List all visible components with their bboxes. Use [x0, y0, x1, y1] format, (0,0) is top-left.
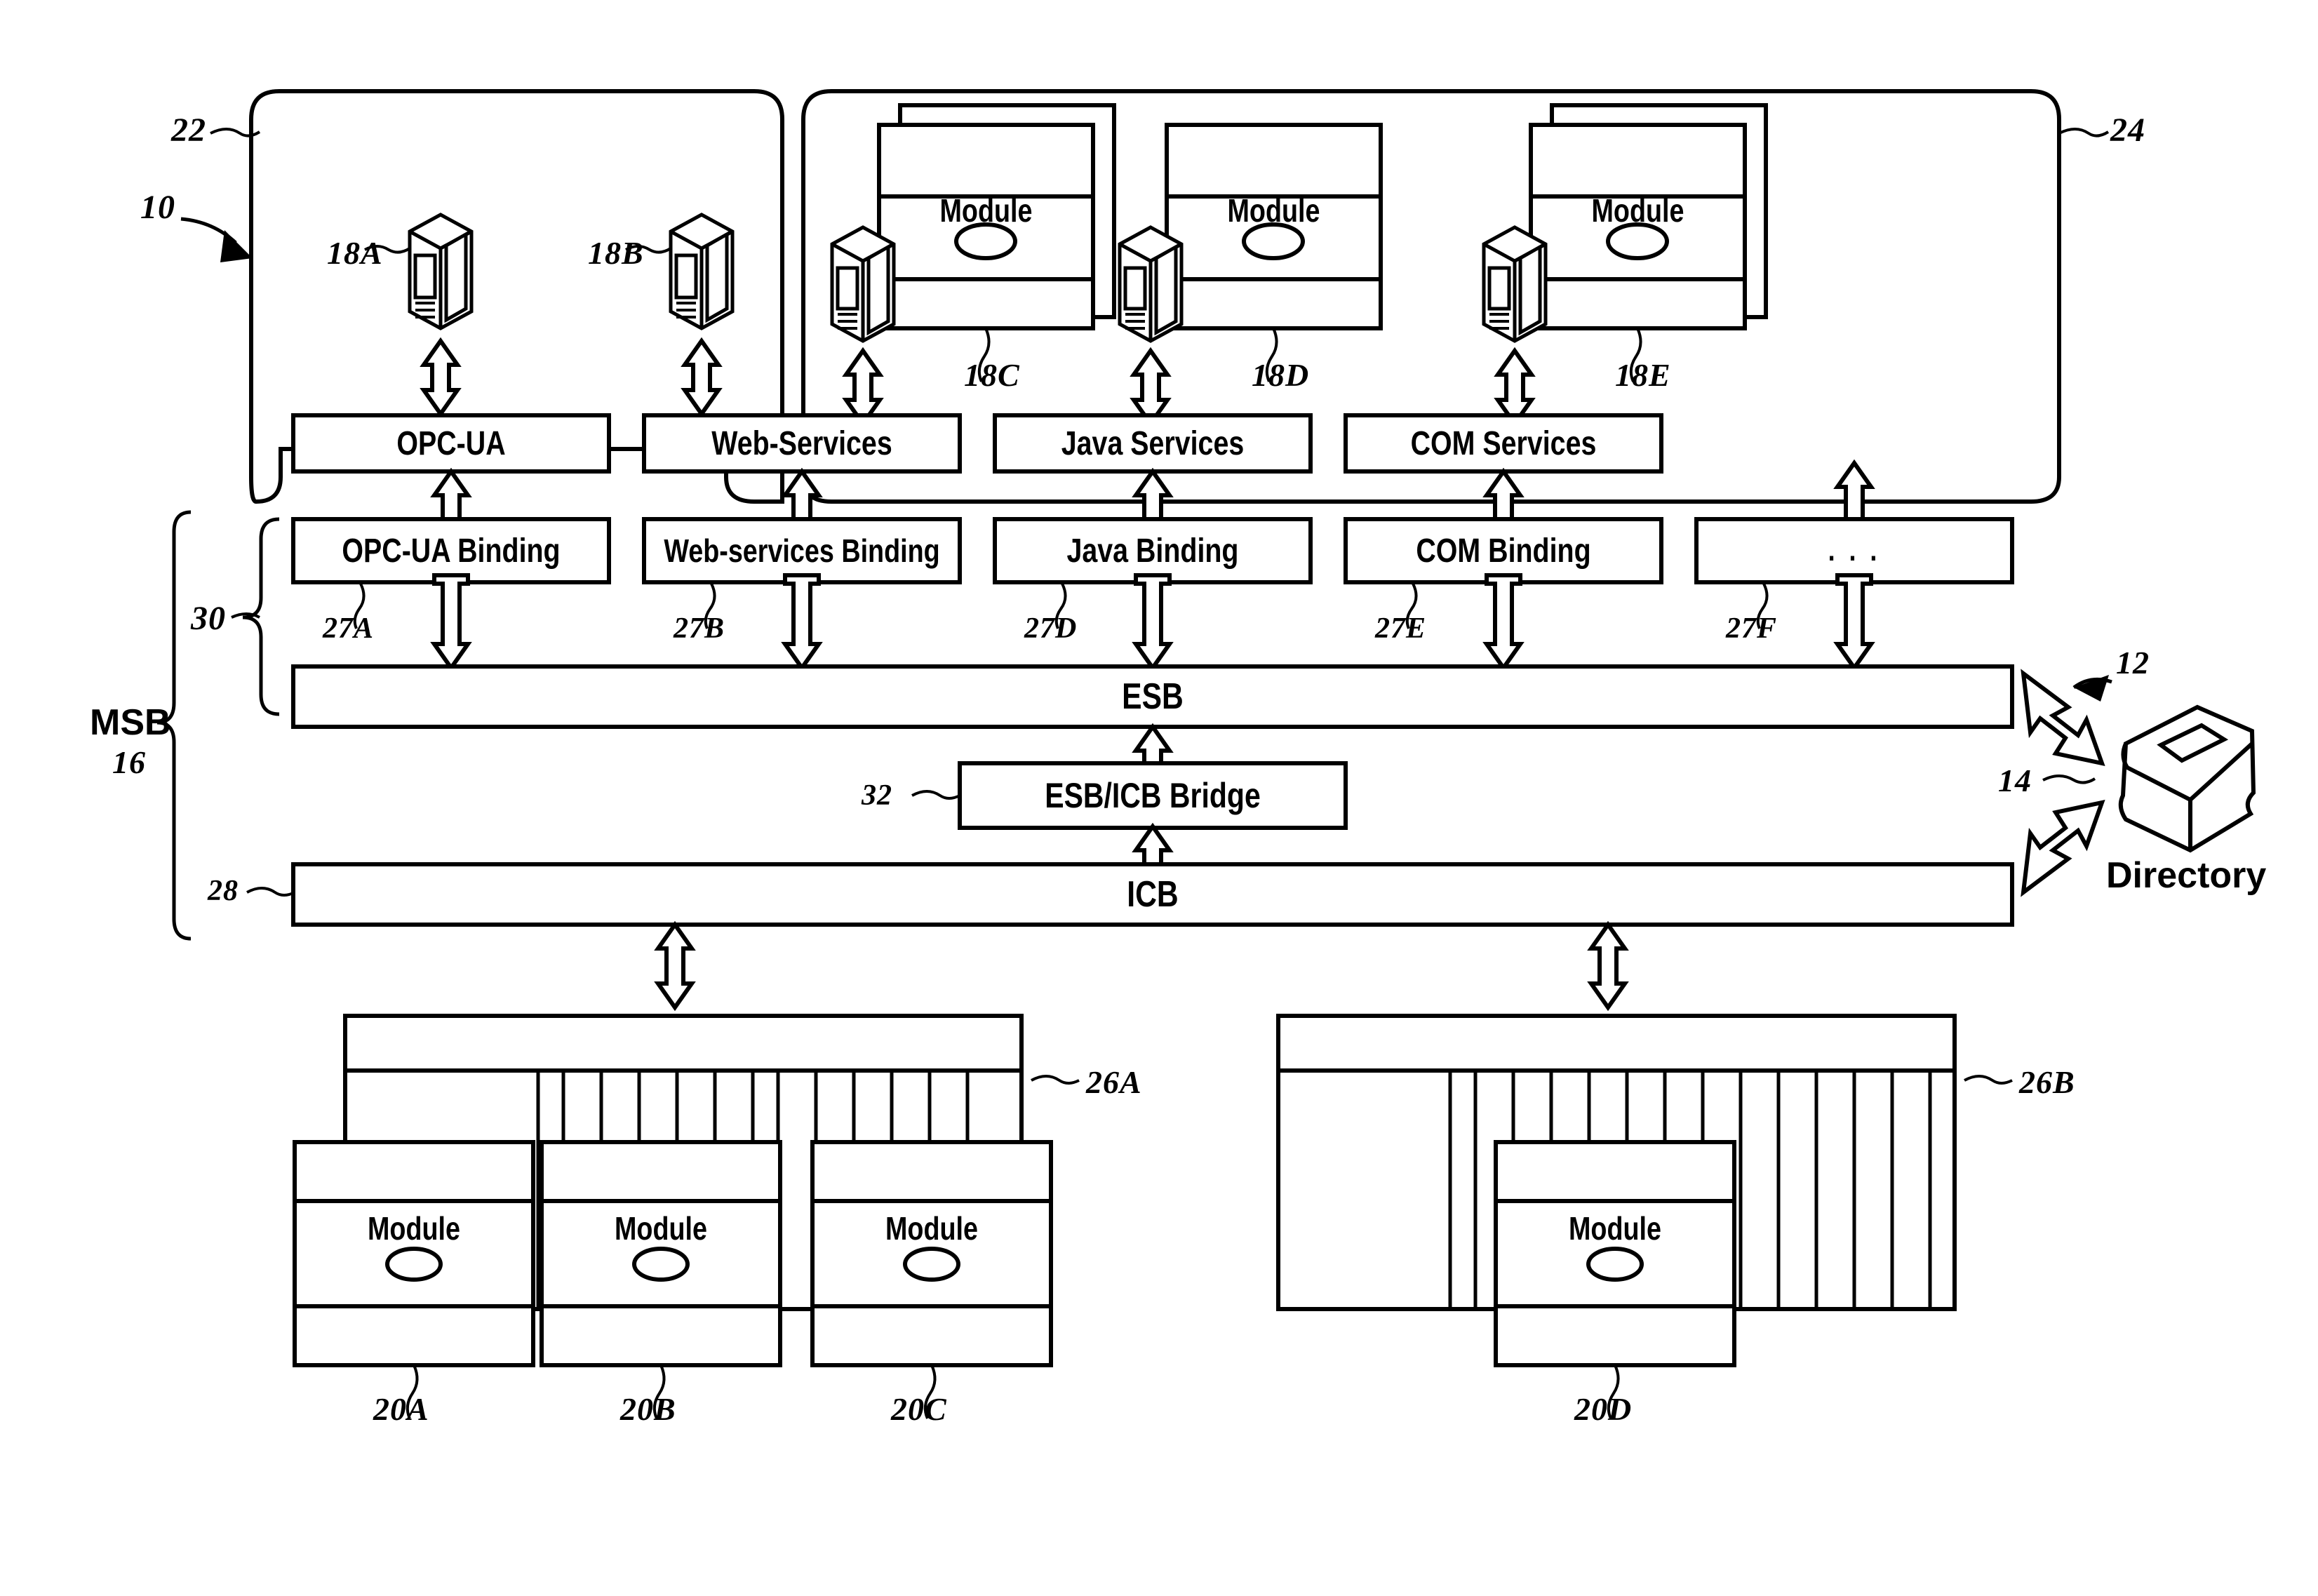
service-label-javaservices[interactable]: Java Services: [1024, 415, 1282, 471]
rack-26a-top: [343, 1014, 1024, 1073]
arrow-binding-com-to-esb: [1482, 573, 1525, 672]
arrow-18b-to-webservices: [681, 337, 723, 418]
leader-28: [246, 887, 295, 897]
module-label-18c: Module: [939, 192, 1033, 229]
esb-label[interactable]: ESB: [448, 666, 1858, 727]
bridge-label[interactable]: ESB/ICB Bridge: [995, 763, 1311, 828]
ref-27e: 27E: [1375, 612, 1427, 645]
leader-26b: [1964, 1075, 2013, 1085]
ref-24: 24: [2110, 112, 2145, 149]
module-label-20b: Module: [614, 1210, 707, 1247]
brace-30-right: [242, 517, 280, 716]
arrow-icb-to-directory: [2021, 799, 2105, 897]
ref-27b: 27B: [674, 612, 725, 645]
module-label-20c: Module: [885, 1210, 978, 1247]
msb-label: MSB: [90, 702, 171, 743]
arrow-18d-to-javaservices: [1130, 347, 1172, 428]
arrow-18c-to-javaservices: [842, 347, 884, 428]
service-label-opcua[interactable]: OPC-UA: [322, 415, 581, 471]
ref-18c: 18C: [964, 357, 1020, 393]
module-label-20a: Module: [367, 1210, 460, 1247]
tower-computer-icon-18e: [1482, 225, 1548, 343]
ref-26a: 26A: [1086, 1064, 1142, 1100]
ref-16: 16: [112, 744, 146, 780]
tower-computer-icon-18c: [830, 225, 896, 343]
tower-computer-icon-18b: [669, 213, 735, 330]
ref-20d: 20D: [1574, 1391, 1633, 1427]
binding-label-opcua[interactable]: OPC-UA Binding: [322, 519, 581, 582]
module-label-18e: Module: [1591, 192, 1684, 229]
arrow-icb-to-rack-26b: [1587, 920, 1629, 1012]
service-label-comservices[interactable]: COM Services: [1374, 415, 1633, 471]
ref-18d: 18D: [1252, 357, 1310, 393]
ref-14: 14: [1998, 763, 2032, 798]
ref-20c: 20C: [891, 1391, 947, 1427]
ref-20a: 20A: [373, 1391, 429, 1427]
ref-26b: 26B: [2019, 1064, 2075, 1100]
book-icon: [2118, 704, 2256, 853]
binding-label-webservices[interactable]: Web-services Binding: [664, 519, 939, 582]
ref-27d: 27D: [1024, 612, 1078, 645]
arrow-binding-ellipsis-to-esb: [1833, 573, 1875, 672]
domain-group-22-left-edge: [249, 89, 288, 504]
patent-figure: 10 22 24 18A 18B 18C 18D 18E Module Modu…: [0, 0, 2318, 1596]
ref-12: 12: [2116, 645, 2150, 680]
arrow-18e-to-comservices: [1494, 347, 1536, 428]
leader-26a: [1031, 1075, 1080, 1085]
leader-14: [2042, 774, 2096, 784]
ref-30: 30: [191, 600, 226, 637]
service-label-webservices[interactable]: Web-Services: [673, 415, 932, 471]
ref-18b: 18B: [588, 235, 644, 271]
module-label-20d: Module: [1568, 1210, 1661, 1247]
ref-28: 28: [208, 875, 239, 907]
tower-computer-icon-18a: [408, 213, 474, 330]
leader-32: [911, 790, 960, 800]
leader-24: [2058, 128, 2110, 138]
module-ellipse-20a: [385, 1247, 443, 1282]
arrow-icb-to-rack-26a: [654, 920, 696, 1012]
arrow-binding-java-to-esb: [1132, 573, 1174, 672]
arrow-binding-opcua-to-esb: [430, 573, 472, 672]
ref-22: 22: [171, 112, 206, 149]
tower-computer-icon-18d: [1118, 225, 1184, 343]
binding-label-ellipsis[interactable]: . . .: [1725, 519, 1984, 582]
ref-27a: 27A: [323, 612, 375, 645]
directory-label: Directory: [2106, 855, 2267, 896]
ref-10: 10: [140, 189, 175, 226]
binding-label-com[interactable]: COM Binding: [1374, 519, 1633, 582]
module-ellipse-20d: [1586, 1247, 1644, 1282]
module-ellipse-20b: [632, 1247, 690, 1282]
ref-18e: 18E: [1615, 357, 1671, 393]
arrow-18a-to-opcua: [420, 337, 462, 418]
binding-label-java[interactable]: Java Binding: [1024, 519, 1282, 582]
arrow-binding-webservices-to-esb: [781, 573, 823, 672]
module-label-18d: Module: [1227, 192, 1320, 229]
ref-32: 32: [862, 779, 892, 812]
icb-label[interactable]: ICB: [448, 864, 1858, 925]
rack-26b-top: [1276, 1014, 1957, 1073]
ref-20b: 20B: [620, 1391, 676, 1427]
ref-18a: 18A: [327, 235, 383, 271]
ref-27f: 27F: [1726, 612, 1778, 645]
leader-10-arrowhead: [220, 230, 253, 262]
module-ellipse-20c: [903, 1247, 960, 1282]
